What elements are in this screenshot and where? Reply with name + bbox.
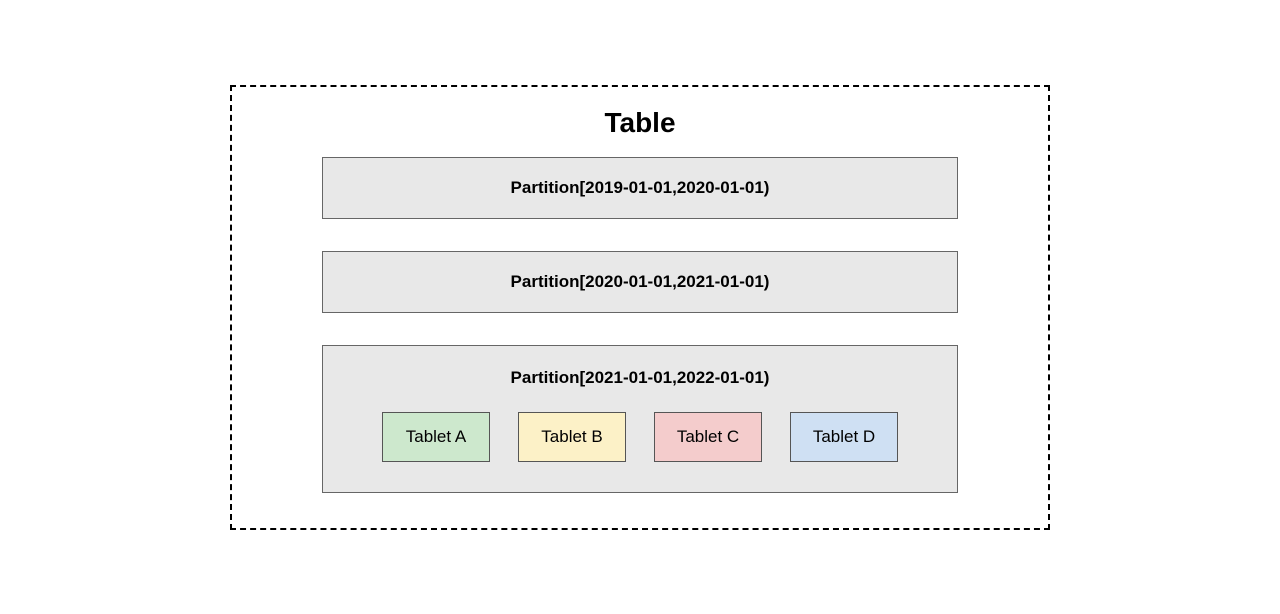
tablet-c: Tablet C <box>654 412 762 462</box>
table-title: Table <box>604 107 675 139</box>
partition-label: Partition[2021-01-01,2022-01-01) <box>511 368 770 388</box>
partition-label: Partition[2019-01-01,2020-01-01) <box>511 178 770 198</box>
partition-1: Partition[2020-01-01,2021-01-01) <box>322 251 958 313</box>
partition-2: Partition[2021-01-01,2022-01-01) Tablet … <box>322 345 958 493</box>
partition-label: Partition[2020-01-01,2021-01-01) <box>511 272 770 292</box>
partition-0: Partition[2019-01-01,2020-01-01) <box>322 157 958 219</box>
tablet-d: Tablet D <box>790 412 898 462</box>
table-container: Table Partition[2019-01-01,2020-01-01) P… <box>230 85 1050 530</box>
tablet-a: Tablet A <box>382 412 490 462</box>
tablets-row: Tablet A Tablet B Tablet C Tablet D <box>382 412 898 462</box>
tablet-b: Tablet B <box>518 412 626 462</box>
